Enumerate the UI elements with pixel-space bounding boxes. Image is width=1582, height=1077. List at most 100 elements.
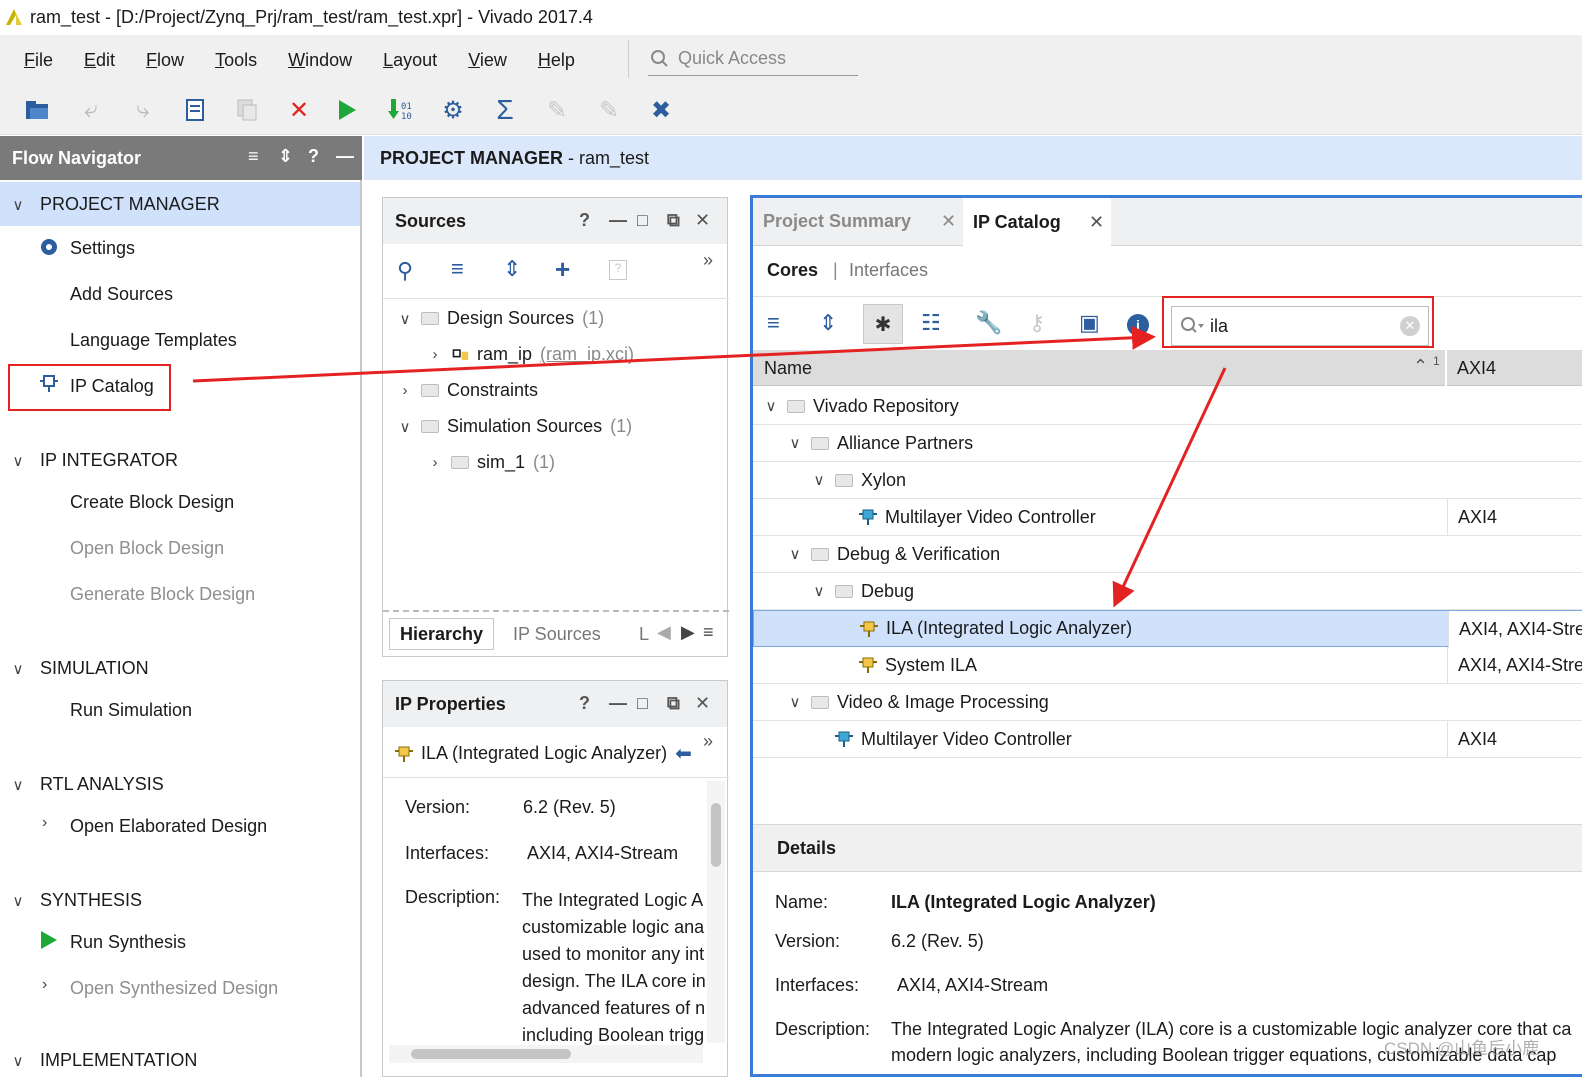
back-arrow-icon[interactable]: ⬅ xyxy=(675,741,692,766)
subtab-separator: | xyxy=(833,260,838,280)
undo-icon[interactable]: ⤶ xyxy=(74,93,108,127)
copy-icon[interactable] xyxy=(230,93,264,127)
search-icon[interactable]: ⚲ xyxy=(397,258,413,284)
menu-file[interactable]: File xyxy=(24,50,53,71)
menu-flow[interactable]: Flow xyxy=(146,50,184,71)
maximize-icon[interactable]: □ xyxy=(637,210,648,231)
tree-row-system-ila[interactable]: System ILA AXI4, AXI4-Stre xyxy=(753,647,1582,684)
menu-tools[interactable]: Tools xyxy=(215,50,257,71)
help-icon[interactable]: ? xyxy=(579,693,590,714)
vertical-scrollbar[interactable] xyxy=(707,781,725,1043)
collapse-all-icon[interactable]: ≡ xyxy=(248,146,259,167)
close-icon[interactable]: ✕ xyxy=(695,210,710,231)
tab-hierarchy[interactable]: Hierarchy xyxy=(389,618,495,650)
menu-layout[interactable]: Layout xyxy=(383,50,437,71)
nav-item-run-synthesis[interactable]: Run Synthesis xyxy=(70,932,186,953)
sort-ascending-icon[interactable]: ⌃ xyxy=(1413,356,1428,377)
section-ip-integrator[interactable]: ∨ IP INTEGRATOR xyxy=(10,450,179,471)
tree-ram-ip[interactable]: › ram_ip (ram_ip.xci) xyxy=(427,344,635,365)
tab-libraries[interactable]: L xyxy=(639,624,649,645)
float-icon[interactable]: ⧉ xyxy=(667,693,680,714)
nav-item-create-block-design[interactable]: Create Block Design xyxy=(70,492,234,513)
tab-ip-sources[interactable]: IP Sources xyxy=(513,624,601,645)
nav-item-add-sources[interactable]: Add Sources xyxy=(70,284,173,305)
tree-constraints[interactable]: › Constraints xyxy=(397,380,539,401)
tab-scroll-left-icon[interactable]: ◀ xyxy=(657,622,671,643)
menu-edit[interactable]: Edit xyxy=(84,50,115,71)
tree-file: (ram_ip.xci) xyxy=(540,344,635,364)
overflow-chevron-icon[interactable]: » xyxy=(703,250,713,271)
tree-row-xylon[interactable]: ∨ Xylon xyxy=(753,462,1582,499)
menu-help[interactable]: Help xyxy=(538,50,575,71)
settings-icon[interactable]: ⚙ xyxy=(436,93,470,127)
tree-simulation-sources[interactable]: ∨ Simulation Sources (1) xyxy=(397,416,633,437)
nav-item-language-templates[interactable]: Language Templates xyxy=(70,330,237,351)
tree-sim-1[interactable]: › sim_1 (1) xyxy=(427,452,556,473)
tree-row-alliance-partners[interactable]: ∨ Alliance Partners xyxy=(753,425,1582,462)
generate-bitstream-icon[interactable]: 01 10 xyxy=(384,93,418,127)
section-project-manager[interactable]: ∨ PROJECT MANAGER xyxy=(10,194,220,215)
section-implementation[interactable]: ∨ IMPLEMENTATION xyxy=(10,1050,198,1071)
collapse-all-icon[interactable]: ≡ xyxy=(451,256,464,282)
tab-project-summary[interactable]: Project Summary ✕ xyxy=(753,198,961,244)
float-icon[interactable]: ⧉ xyxy=(667,210,680,231)
open-project-icon[interactable] xyxy=(20,93,54,127)
folder-icon xyxy=(421,384,439,397)
expand-all-icon[interactable]: ⇕ xyxy=(819,310,837,336)
section-synthesis[interactable]: ∨ SYNTHESIS xyxy=(10,890,143,911)
tree-row-vivado-repository[interactable]: ∨ Vivado Repository xyxy=(753,388,1582,425)
tree-row-debug[interactable]: ∨ Debug xyxy=(753,573,1582,610)
folder-icon xyxy=(787,399,805,413)
minimize-icon[interactable]: — xyxy=(336,146,354,167)
tree-row-multilayer-video-controller[interactable]: Multilayer Video Controller AXI4 xyxy=(753,499,1582,536)
overflow-chevron-icon[interactable]: » xyxy=(703,731,713,752)
scrollbar-thumb[interactable] xyxy=(411,1049,571,1059)
scrollbar-thumb[interactable] xyxy=(711,803,721,867)
cancel-icon[interactable]: ✕ xyxy=(282,93,316,127)
tree-row-video-image-processing[interactable]: ∨ Video & Image Processing xyxy=(753,684,1582,721)
tree-design-sources[interactable]: ∨ Design Sources (1) xyxy=(397,308,605,329)
add-sources-icon[interactable]: + xyxy=(555,254,570,285)
tab-ip-catalog[interactable]: IP Catalog ✕ xyxy=(963,198,1111,246)
help-icon[interactable]: ? xyxy=(308,146,319,167)
report-icon[interactable] xyxy=(178,93,212,127)
ip-core-blue-icon xyxy=(835,731,853,747)
info-icon[interactable]: i xyxy=(1127,314,1149,336)
minimize-icon[interactable]: — xyxy=(609,210,627,231)
menu-view[interactable]: View xyxy=(468,50,507,71)
quick-access-input[interactable]: Quick Access xyxy=(648,42,858,76)
chip-icon[interactable]: ▣ xyxy=(1079,310,1100,336)
close-icon[interactable]: ✕ xyxy=(941,211,956,232)
hierarchy-view-icon[interactable]: ☷ xyxy=(921,310,941,336)
column-axi4[interactable]: AXI4 xyxy=(1457,358,1496,379)
menu-window[interactable]: Window xyxy=(288,50,352,71)
customize-ip-icon[interactable]: 🔧 xyxy=(975,310,1002,336)
debug-icon[interactable]: ✖ xyxy=(644,93,678,127)
sigma-icon[interactable]: Σ xyxy=(488,93,522,127)
subtab-cores[interactable]: Cores xyxy=(767,260,818,281)
horizontal-scrollbar[interactable] xyxy=(389,1045,703,1063)
close-icon[interactable]: ✕ xyxy=(695,693,710,714)
close-icon[interactable]: ✕ xyxy=(1089,212,1104,233)
section-simulation[interactable]: ∨ SIMULATION xyxy=(10,658,149,679)
help-icon[interactable]: ? xyxy=(579,210,590,231)
expand-all-icon[interactable]: ⇕ xyxy=(503,256,521,282)
nav-item-settings[interactable]: Settings xyxy=(70,238,135,259)
column-name[interactable]: Name xyxy=(764,358,812,379)
group-by-category-icon[interactable]: ✱ xyxy=(863,304,903,344)
maximize-icon[interactable]: □ xyxy=(637,693,648,714)
tab-menu-icon[interactable]: ≡ xyxy=(703,622,714,643)
tree-row-multilayer-video-controller-2[interactable]: Multilayer Video Controller AXI4 xyxy=(753,721,1582,758)
tab-scroll-right-icon[interactable]: ▶ xyxy=(681,622,695,643)
redo-icon[interactable]: ⤷ xyxy=(126,93,160,127)
minimize-icon[interactable]: — xyxy=(609,693,627,714)
nav-item-run-simulation[interactable]: Run Simulation xyxy=(70,700,192,721)
section-rtl-analysis[interactable]: ∨ RTL ANALYSIS xyxy=(10,774,164,795)
subtab-interfaces[interactable]: Interfaces xyxy=(849,260,928,281)
tree-row-debug-verification[interactable]: ∨ Debug & Verification xyxy=(753,536,1582,573)
collapse-all-icon[interactable]: ≡ xyxy=(767,310,780,336)
tree-row-ila[interactable]: ILA (Integrated Logic Analyzer) AXI4, AXI… xyxy=(753,610,1582,648)
expand-all-icon[interactable]: ⇕ xyxy=(278,146,293,167)
run-icon[interactable] xyxy=(330,93,364,127)
nav-item-open-elaborated-design[interactable]: Open Elaborated Design xyxy=(70,816,267,837)
